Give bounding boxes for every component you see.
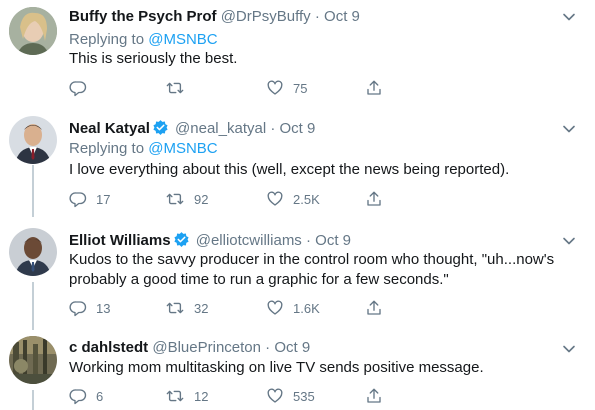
reply-count: 6	[96, 388, 104, 404]
share-button[interactable]	[365, 189, 383, 209]
separator-dot: ·	[314, 8, 320, 25]
share-icon	[367, 80, 381, 95]
reply-count: 17	[96, 191, 111, 207]
avatar[interactable]	[9, 336, 57, 384]
tweet-date[interactable]: Oct 9	[315, 232, 351, 249]
like-button[interactable]: 535	[266, 386, 315, 406]
reply-button[interactable]: 13	[69, 298, 110, 318]
replying-to-label: Replying to	[69, 140, 149, 157]
retweet-button[interactable]: 92	[165, 189, 208, 209]
reply-icon	[69, 389, 87, 405]
tweet[interactable]: Neal Katyal @neal_katyal · Oct 9 Replyin…	[0, 110, 595, 220]
tweet-header: Buffy the Psych Prof @DrPsyBuffy · Oct 9	[69, 8, 360, 26]
tweet-actions: 6 12 535	[69, 386, 489, 406]
mention-link[interactable]: @MSNBC	[148, 31, 217, 48]
tweet-actions: 17 92 2.5K	[69, 189, 489, 209]
chevron-down-icon[interactable]	[562, 234, 576, 248]
reply-icon	[69, 192, 87, 208]
retweet-icon	[166, 193, 184, 205]
reply-button[interactable]	[69, 78, 96, 98]
tweet[interactable]: Elliot Williams @elliotcwilliams · Oct 9…	[0, 222, 595, 330]
display-name[interactable]: Neal Katyal	[69, 120, 150, 137]
retweet-count: 12	[194, 388, 209, 404]
heart-icon	[267, 388, 283, 403]
tweet-header: c dahlstedt @BluePrinceton · Oct 9	[69, 339, 310, 357]
share-button[interactable]	[365, 386, 383, 406]
like-count: 75	[293, 80, 308, 96]
reply-count: 13	[96, 300, 111, 316]
share-icon	[367, 388, 381, 403]
chevron-down-icon[interactable]	[562, 122, 576, 136]
retweet-icon	[166, 302, 184, 314]
chevron-down-icon[interactable]	[562, 10, 576, 24]
like-button[interactable]: 2.5K	[266, 189, 320, 209]
tweet-text: Working mom multitasking on live TV send…	[69, 359, 484, 376]
tweet[interactable]: Buffy the Psych Prof @DrPsyBuffy · Oct 9…	[0, 0, 595, 108]
reply-icon	[69, 81, 87, 97]
like-count: 2.5K	[293, 191, 320, 207]
heart-icon	[267, 300, 283, 315]
user-handle[interactable]: @elliotcwilliams	[196, 232, 302, 249]
like-count: 535	[293, 388, 315, 404]
reply-button[interactable]: 6	[69, 386, 103, 406]
separator-dot: ·	[305, 232, 311, 249]
replying-to: Replying to @MSNBC	[69, 31, 218, 49]
display-name[interactable]: Elliot Williams	[69, 232, 171, 249]
avatar[interactable]	[9, 116, 57, 164]
avatar[interactable]	[9, 7, 57, 55]
tweet-date[interactable]: Oct 9	[324, 8, 360, 25]
separator-dot: ·	[265, 339, 271, 356]
heart-icon	[267, 191, 283, 206]
user-handle[interactable]: @DrPsyBuffy	[221, 8, 311, 25]
reply-icon	[69, 301, 87, 317]
display-name[interactable]: Buffy the Psych Prof	[69, 8, 217, 25]
tweet-date[interactable]: Oct 9	[274, 339, 310, 356]
retweet-count: 32	[194, 300, 209, 316]
user-handle[interactable]: @neal_katyal	[175, 120, 266, 137]
tweet-text: This is seriously the best.	[69, 50, 238, 67]
share-button[interactable]	[365, 78, 383, 98]
separator-dot: ·	[270, 120, 276, 137]
retweet-icon	[166, 390, 184, 402]
tweet-text: Kudos to the savvy producer in the contr…	[69, 251, 555, 288]
avatar[interactable]	[9, 228, 57, 276]
heart-icon	[267, 80, 283, 95]
share-button[interactable]	[365, 298, 383, 318]
retweet-icon	[166, 82, 184, 94]
retweet-count: 92	[194, 191, 209, 207]
tweet-date[interactable]: Oct 9	[280, 120, 316, 137]
verified-badge-icon	[152, 119, 169, 141]
replying-to-label: Replying to	[69, 31, 149, 48]
like-button[interactable]: 1.6K	[266, 298, 320, 318]
share-icon	[367, 300, 381, 315]
like-count: 1.6K	[293, 300, 320, 316]
reply-button[interactable]: 17	[69, 189, 110, 209]
tweet-actions: 75	[69, 78, 489, 98]
tweet[interactable]: c dahlstedt @BluePrinceton · Oct 9 Worki…	[0, 330, 595, 410]
chevron-down-icon[interactable]	[562, 342, 576, 356]
mention-link[interactable]: @MSNBC	[148, 140, 217, 157]
share-icon	[367, 191, 381, 206]
display-name[interactable]: c dahlstedt	[69, 339, 148, 356]
retweet-button[interactable]	[165, 78, 194, 98]
user-handle[interactable]: @BluePrinceton	[152, 339, 261, 356]
tweet-header: Neal Katyal @neal_katyal · Oct 9	[69, 119, 315, 141]
like-button[interactable]: 75	[266, 78, 307, 98]
retweet-button[interactable]: 12	[165, 386, 208, 406]
tweet-text: I love everything about this (well, exce…	[69, 161, 510, 178]
tweet-actions: 13 32 1.6K	[69, 298, 489, 318]
replying-to: Replying to @MSNBC	[69, 140, 218, 158]
retweet-button[interactable]: 32	[165, 298, 208, 318]
